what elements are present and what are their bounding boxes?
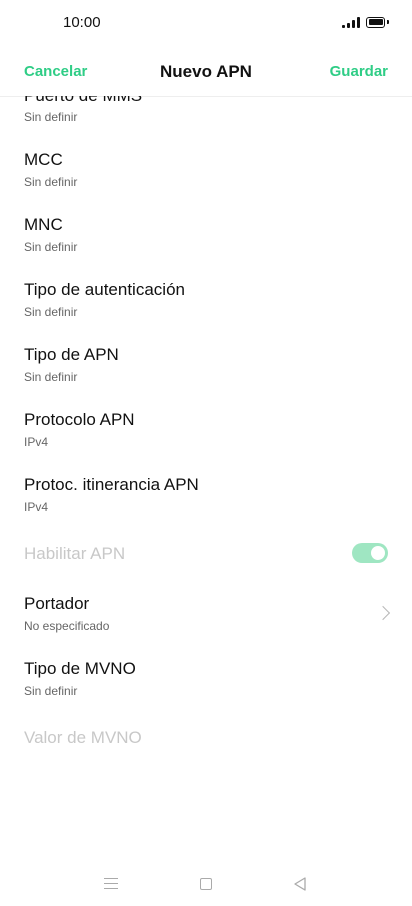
field-roaming-protocol[interactable]: Protoc. itinerancia APN IPv4: [0, 469, 412, 525]
field-mnc[interactable]: MNC Sin definir: [0, 209, 412, 265]
field-enable-apn: Habilitar APN: [0, 534, 412, 574]
field-label: Tipo de MVNO: [24, 659, 136, 678]
field-value: IPv4: [24, 435, 49, 449]
field-apn-protocol[interactable]: Protocolo APN IPv4: [0, 404, 412, 460]
field-label: MCC: [24, 150, 63, 169]
field-label: Valor de MVNO: [24, 728, 142, 747]
apn-settings-list[interactable]: Puerto de MMS Sin definir MCC Sin defini…: [0, 96, 412, 856]
field-value: Sin definir: [24, 684, 78, 698]
field-mvno-type[interactable]: Tipo de MVNO Sin definir: [0, 653, 412, 709]
app-bar: Cancelar Nuevo APN Guardar: [0, 56, 412, 97]
signal-icon: [342, 16, 360, 28]
field-mvno-value: Valor de MVNO: [0, 718, 412, 758]
status-time: 10:00: [63, 14, 101, 31]
field-label: Puerto de MMS: [24, 96, 142, 106]
menu-icon[interactable]: [104, 878, 118, 889]
field-label: Protocolo APN: [24, 410, 135, 429]
chevron-right-icon: [375, 605, 391, 621]
status-icons: [342, 16, 389, 28]
field-mcc[interactable]: MCC Sin definir: [0, 144, 412, 200]
cancel-button[interactable]: Cancelar: [24, 63, 87, 80]
field-mms-port[interactable]: Puerto de MMS Sin definir: [0, 96, 412, 126]
field-auth-type[interactable]: Tipo de autenticación Sin definir: [0, 274, 412, 330]
battery-tip: [387, 20, 389, 24]
field-value: Sin definir: [24, 175, 78, 189]
battery-icon: [366, 16, 385, 28]
field-value: Sin definir: [24, 240, 78, 254]
field-value: Sin definir: [24, 110, 78, 124]
field-value: Sin definir: [24, 305, 78, 319]
field-label: MNC: [24, 215, 63, 234]
field-label: Protoc. itinerancia APN: [24, 475, 199, 494]
field-value: IPv4: [24, 500, 49, 514]
field-label: Portador: [24, 594, 90, 613]
status-bar: 10:00: [0, 0, 412, 46]
home-icon[interactable]: [200, 878, 212, 890]
field-label: Tipo de autenticación: [24, 280, 185, 299]
system-nav-bar: [0, 866, 412, 906]
enable-apn-toggle: [352, 543, 388, 563]
field-apn-type[interactable]: Tipo de APN Sin definir: [0, 339, 412, 395]
save-button[interactable]: Guardar: [330, 63, 388, 80]
field-label: Tipo de APN: [24, 345, 119, 364]
field-label: Habilitar APN: [24, 544, 126, 563]
field-value: Sin definir: [24, 370, 78, 384]
field-bearer[interactable]: Portador No especificado: [0, 588, 412, 644]
field-value: No especificado: [24, 619, 110, 633]
